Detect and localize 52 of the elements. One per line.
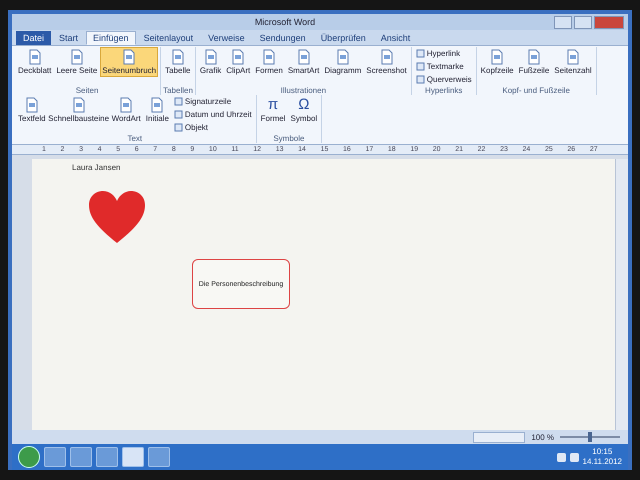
group-label: Text <box>126 134 144 143</box>
header-text: Laura Jansen <box>72 163 120 172</box>
ribbon-button[interactable]: Formen <box>253 47 285 77</box>
minimize-button[interactable] <box>554 16 572 28</box>
group-label: Kopf- und Fußzeile <box>501 86 571 95</box>
ribbon-button[interactable]: Hyperlink <box>414 47 474 60</box>
ribbon-button[interactable]: Screenshot <box>364 47 409 77</box>
ribbon-tab[interactable]: Datei <box>16 31 52 45</box>
ribbon-button[interactable]: Schnellbausteine <box>48 95 109 125</box>
ribbon-button[interactable]: Seitenumbruch <box>100 47 158 77</box>
ribbon-button[interactable]: WordArt <box>110 95 143 125</box>
ribbon-button[interactable]: Deckblatt <box>16 47 54 77</box>
zoom-level: 100 % <box>531 432 554 442</box>
ribbon-button[interactable]: Datum und Uhrzeit <box>172 108 254 121</box>
ribbon-button[interactable]: Grafik <box>198 47 224 77</box>
ribbon-button[interactable]: Signaturzeile <box>172 95 254 108</box>
ribbon-button[interactable]: Tabelle <box>163 47 192 77</box>
ribbon-tab[interactable]: Überprüfen <box>314 31 373 45</box>
ribbon-button[interactable]: Kopfzeile <box>478 47 516 77</box>
ribbon-button[interactable]: ClipArt <box>224 47 252 77</box>
ribbon-button[interactable]: Ω Symbol <box>288 95 320 125</box>
ribbon-tab[interactable]: Sendungen <box>252 31 313 45</box>
ribbon-tab[interactable]: Einfügen <box>86 31 136 45</box>
group-label: Hyperlinks <box>424 86 464 95</box>
zoom-slider-thumb[interactable] <box>588 432 592 442</box>
scrollbar[interactable] <box>615 159 628 430</box>
ribbon-tab[interactable]: Ansicht <box>374 31 418 45</box>
group-label: Tabellen <box>163 86 193 95</box>
maximize-button[interactable] <box>574 16 592 28</box>
group-label: Illustrationen <box>280 86 328 95</box>
ribbon-button[interactable]: Seitenzahl <box>552 47 594 77</box>
ribbon-button[interactable]: Leere Seite <box>54 47 100 77</box>
clock-time[interactable]: 10:15 <box>592 447 612 457</box>
ribbon-button[interactable]: Fußzeile <box>516 47 552 77</box>
ribbon-button[interactable]: SmartArt <box>286 47 322 77</box>
ribbon-tab[interactable]: Start <box>52 31 86 45</box>
ribbon-button[interactable]: Objekt <box>172 121 254 134</box>
window-title: Microsoft Word <box>254 17 316 27</box>
start-button[interactable] <box>18 446 40 468</box>
ribbon-button[interactable]: Initiale <box>144 95 171 125</box>
clock-date[interactable]: 14.11.2012 <box>582 457 622 467</box>
group-label: Symbole <box>272 134 306 143</box>
ribbon-button[interactable]: Textmarke <box>414 60 474 73</box>
ribbon-button[interactable]: Querverweis <box>414 73 474 86</box>
ribbon-button[interactable]: Textfeld <box>16 95 48 125</box>
ribbon-tab[interactable]: Verweise <box>201 31 252 45</box>
ribbon-button[interactable]: Diagramm <box>322 47 364 77</box>
group-label: Seiten <box>74 86 100 95</box>
close-button[interactable] <box>594 16 624 28</box>
heart-shape <box>87 189 147 245</box>
ribbon-tab[interactable]: Seitenlayout <box>136 31 200 45</box>
ribbon-button[interactable]: π Formel <box>258 95 288 125</box>
